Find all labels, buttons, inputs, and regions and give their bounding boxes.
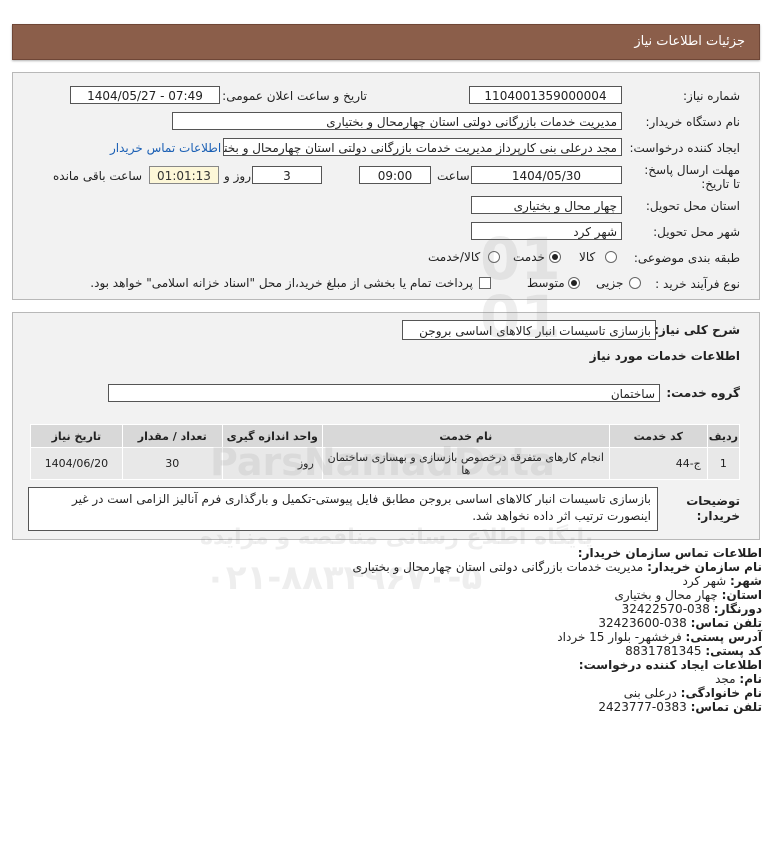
org-address-line: آدرس پستی: فرخشهر- بلوار 15 خرداد [557,630,762,644]
days-field: 3 [252,166,322,184]
cell-quantity: 30 [121,447,223,480]
col-row: ردیف [706,424,741,448]
col-name: نام خدمت [321,424,610,448]
need-number-label: شماره نیاز: [683,89,740,103]
org-address-value: فرخشهر- بلوار 15 خرداد [557,630,682,644]
org-fax-value: 038-32422570 [621,602,710,616]
creator-phone-value: 0383-2423777 [598,700,687,714]
services-table: ردیف کد خدمت نام خدمت واحد اندازه گیری ت… [30,424,741,480]
service-group-field: ساختمان [108,384,660,402]
payment-note: پرداخت تمام یا بخشی از مبلغ خرید،از محل … [90,276,473,290]
org-name-label: نام سازمان خریدار: [647,560,762,574]
buyer-org-label: نام دستگاه خریدار: [645,115,741,129]
org-fax-line: دورنگار: 038-32422570 [622,602,762,616]
requester-label: ایجاد کننده درخواست: [629,141,740,155]
org-phone-line: تلفن تماس: 038-32423600 [598,616,762,630]
remaining-timer: 01:01:13 [149,166,219,184]
org-city-value: شهر کرد [682,574,727,588]
org-phone-value: 038-32423600 [598,616,687,630]
creator-phone-line: تلفن تماس: 0383-2423777 [598,700,762,714]
cell-row: 1 [706,447,741,480]
summary-label: شرح کلی نیاز: [654,323,740,337]
services-title: اطلاعات خدمات مورد نیاز [589,349,740,363]
page-title: جزئیات اطلاعات نیاز [634,34,745,49]
org-province-label: استان: [721,588,762,602]
creator-last-name-value: درعلی بنی [623,686,677,700]
creator-contact-title: اطلاعات ایجاد کننده درخواست: [578,658,762,672]
city-label: شهر محل تحویل: [653,225,740,239]
remaining-label: ساعت باقی مانده [53,169,143,183]
category-option-service: خدمت [513,250,545,264]
col-date: تاریخ نیاز [30,424,123,448]
service-group-label: گروه خدمت: [666,386,740,400]
days-label: روز و [224,169,251,183]
buyer-contact-link[interactable]: اطلاعات تماس خریدار [110,141,221,155]
buyer-desc-label: توضیحات خریدار: [660,494,740,524]
cell-unit: روز [221,447,323,480]
org-province-line: استان: چهار محال و بختیاری [614,588,762,602]
table-row: 1 ج-44 انجام کارهای متفرقه درخصوص بازساز… [30,447,741,480]
col-unit: واحد اندازه گیری [221,424,323,448]
category-option-goods: کالا [579,250,596,264]
page-header: جزئیات اطلاعات نیاز [12,24,760,60]
need-number-field: 1104001359000004 [469,86,622,104]
deadline-time-field: 09:00 [359,166,431,184]
creator-first-name-label: نام: [739,672,762,686]
province-label: استان محل تحویل: [645,199,740,213]
buyer-desc-field: بازسازی تاسیسات انبار کالاهای اساسی بروج… [28,487,658,531]
org-address-label: آدرس پستی: [685,630,762,644]
org-city-label: شهر: [730,574,762,588]
deadline-time-label: ساعت [437,169,470,183]
creator-first-name-line: نام: مجد [715,672,762,686]
deadline-label: مهلت ارسال پاسخ: تا تاریخ: [640,163,740,191]
deadline-label-text: مهلت ارسال پاسخ: تا تاریخ: [644,163,740,191]
category-radio-service[interactable] [549,251,561,263]
buyer-desc-label-text: توضیحات خریدار: [686,494,740,523]
org-province-value: چهار محال و بختیاری [614,588,718,602]
org-postal-value: 8831781345 [625,644,702,658]
creator-last-name-line: نام خانوادگی: درعلی بنی [624,686,762,700]
process-radio-minor[interactable] [629,277,641,289]
announce-field: 1404/05/27 - 07:49 [70,86,220,104]
process-option-minor: جزیی [596,276,624,290]
org-fax-label: دورنگار: [713,602,762,616]
process-radio-medium[interactable] [568,277,580,289]
cell-date: 1404/06/20 [30,447,123,480]
cell-name: انجام کارهای متفرقه درخصوص بازسازی و بهس… [321,447,610,480]
category-radio-goods-service[interactable] [488,251,500,263]
org-postal-line: کد پستی: 8831781345 [625,644,762,658]
creator-phone-label: تلفن تماس: [690,700,762,714]
category-radio-goods[interactable] [605,251,617,263]
org-postal-label: کد پستی: [705,644,762,658]
process-option-medium: متوسط [527,276,565,290]
summary-field: بازسازی تاسیسات انبار کالاهای اساسی بروج… [402,320,656,340]
announce-label: تاریخ و ساعت اعلان عمومی: [222,89,367,103]
org-city-line: شهر: شهر کرد [682,574,762,588]
city-field: شهر کرد [471,222,622,240]
org-name-value: مدیریت خدمات بازرگانی دولتی استان چهارمح… [352,560,644,574]
table-header-row: ردیف کد خدمت نام خدمت واحد اندازه گیری ت… [30,424,741,448]
creator-first-name-value: مجد [715,672,736,686]
org-contact-title: اطلاعات تماس سازمان خریدار: [577,546,762,560]
creator-last-name-label: نام خانوادگی: [680,686,762,700]
col-quantity: تعداد / مقدار [121,424,223,448]
cell-code: ج-44 [608,447,708,480]
process-label: نوع فرآیند خرید : [655,277,740,291]
org-phone-label: تلفن تماس: [690,616,762,630]
org-name-line: نام سازمان خریدار: مدیریت خدمات بازرگانی… [353,560,762,574]
treasury-payment-checkbox[interactable] [479,277,491,289]
category-label: طبقه بندی موضوعی: [633,251,740,265]
col-code: کد خدمت [608,424,708,448]
deadline-date-field: 1404/05/30 [471,166,622,184]
province-field: چهار محال و بختیاری [471,196,622,214]
requester-field: مجد درعلی بنی کارپرداز مدیریت خدمات بازر… [223,138,622,156]
category-option-goods-service: کالا/خدمت [428,250,481,264]
buyer-org-field: مدیریت خدمات بازرگانی دولتی استان چهارمح… [172,112,622,130]
